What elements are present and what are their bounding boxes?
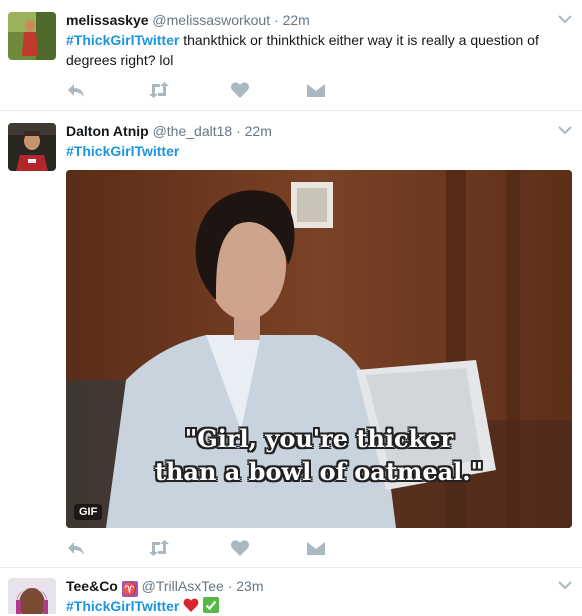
separator: ·: [236, 123, 241, 139]
tweet-text: #ThickGirlTwitter: [66, 596, 566, 616]
gif-badge: GIF: [74, 504, 103, 520]
user-fullname[interactable]: melissaskye: [66, 12, 149, 28]
separator: ·: [274, 12, 279, 28]
user-handle[interactable]: @the_dalt18: [153, 123, 233, 139]
chevron-down-icon[interactable]: [558, 125, 572, 135]
gif-media[interactable]: "Girl, you're thicker than a bowl of oat…: [66, 170, 572, 528]
direct-message-icon[interactable]: [306, 539, 326, 557]
tweet-text: #ThickGirlTwitter thankthick or thinkthi…: [66, 30, 566, 70]
tweet[interactable]: melissaskye @melissasworkout · 22m #Thic…: [0, 0, 582, 111]
chevron-down-icon[interactable]: [558, 14, 572, 24]
timestamp[interactable]: 22m: [283, 12, 310, 28]
hashtag-link[interactable]: #ThickGirlTwitter: [66, 598, 179, 614]
avatar[interactable]: [8, 578, 56, 614]
timestamp[interactable]: 22m: [245, 123, 272, 139]
check-mark-emoji: [203, 597, 220, 613]
hashtag-link[interactable]: #ThickGirlTwitter: [66, 32, 179, 48]
avatar[interactable]: [8, 123, 56, 171]
retweet-icon[interactable]: [148, 81, 170, 99]
caption-line: "Girl, you're thicker: [184, 424, 454, 453]
tweet[interactable]: Tee&Co ♈ @TrillAsxTee · 23m #ThickGirlTw…: [0, 568, 582, 614]
user-handle[interactable]: @melissasworkout: [152, 12, 270, 28]
reply-icon[interactable]: [66, 539, 86, 557]
heart-icon[interactable]: [230, 81, 250, 99]
caption-line: than a bowl of oatmeal.": [154, 457, 484, 486]
chevron-down-icon[interactable]: [558, 580, 572, 590]
user-fullname[interactable]: Dalton Atnip: [66, 123, 149, 139]
user-handle[interactable]: @TrillAsxTee: [142, 578, 224, 594]
tweet-text: #ThickGirlTwitter: [66, 141, 566, 161]
retweet-icon[interactable]: [148, 539, 170, 557]
reply-icon[interactable]: [66, 81, 86, 99]
heart-icon[interactable]: [230, 539, 250, 557]
red-heart-emoji: [183, 598, 199, 612]
separator: ·: [227, 578, 233, 594]
hashtag-link[interactable]: #ThickGirlTwitter: [66, 143, 179, 159]
direct-message-icon[interactable]: [306, 81, 326, 99]
timestamp[interactable]: 23m: [236, 578, 263, 594]
gif-caption: "Girl, you're thicker than a bowl of oat…: [66, 424, 572, 486]
aries-emoji: ♈: [121, 581, 138, 597]
tweet[interactable]: Dalton Atnip @the_dalt18 · 22m #ThickGir…: [0, 111, 582, 568]
user-fullname[interactable]: Tee&Co: [66, 578, 118, 594]
avatar[interactable]: [8, 12, 56, 60]
